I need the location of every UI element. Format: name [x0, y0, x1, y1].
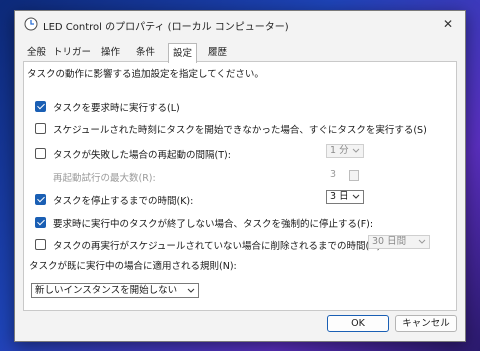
- close-icon[interactable]: ✕: [439, 15, 457, 33]
- cancel-button[interactable]: キャンセル: [395, 315, 457, 332]
- intro-text: タスクの動作に影響する追加設定を指定してください。: [27, 69, 264, 80]
- stop-if-runs-longer-label: タスクを停止するまでの時間(K):: [53, 196, 194, 207]
- tab-history[interactable]: 履歴: [204, 45, 231, 61]
- force-stop-checkbox[interactable]: [35, 217, 46, 228]
- tab-conditions[interactable]: 条件: [132, 45, 159, 61]
- restart-on-fail-label: タスクが失敗した場合の再起動の間隔(T):: [53, 150, 231, 161]
- title-bar: LED Control のプロパティ (ローカル コンピューター) ✕: [15, 11, 465, 37]
- force-stop-label: 要求時に実行中のタスクが終了しない場合、タスクを強制的に停止する(F):: [53, 219, 374, 230]
- tab-actions[interactable]: 操作: [97, 45, 124, 61]
- chevron-down-icon: [187, 284, 195, 296]
- restart-attempts-spinner[interactable]: [349, 170, 359, 181]
- delete-after-select[interactable]: 30 日間: [368, 235, 430, 249]
- run-on-demand-label: タスクを要求時に実行する(L): [53, 103, 180, 114]
- window-title: LED Control のプロパティ (ローカル コンピューター): [43, 22, 289, 33]
- delete-after-value: 30 日間: [372, 236, 407, 247]
- restart-interval-value: 1 分: [330, 145, 349, 156]
- restart-attempts-label: 再起動試行の最大数(R):: [53, 173, 156, 184]
- tab-triggers[interactable]: トリガー: [49, 45, 95, 61]
- chevron-down-icon: [352, 191, 360, 203]
- task-scheduler-icon: [24, 17, 38, 31]
- run-after-missed-checkbox[interactable]: [35, 123, 46, 134]
- delete-if-not-scheduled-label: タスクの再実行がスケジュールされていない場合に削除されるまでの時間(D):: [53, 241, 384, 252]
- restart-on-fail-checkbox[interactable]: [35, 148, 46, 159]
- delete-if-not-scheduled-checkbox[interactable]: [35, 239, 46, 250]
- restart-interval-select[interactable]: 1 分: [326, 144, 364, 158]
- settings-panel: タスクの動作に影響する追加設定を指定してください。 タスクを要求時に実行する(L…: [23, 61, 457, 311]
- restart-attempts-value[interactable]: 3: [330, 169, 336, 180]
- tab-settings[interactable]: 設定: [168, 43, 198, 63]
- chevron-down-icon: [418, 236, 426, 248]
- run-after-missed-label: スケジュールされた時刻にタスクを開始できなかった場合、すぐにタスクを実行する(S…: [53, 125, 427, 136]
- tab-general[interactable]: 全般: [23, 45, 50, 61]
- stop-duration-value: 3 日: [330, 191, 349, 202]
- rule-value: 新しいインスタンスを開始しない: [35, 285, 178, 296]
- stop-if-runs-longer-checkbox[interactable]: [35, 194, 46, 205]
- ok-button[interactable]: OK: [327, 315, 389, 332]
- rule-select[interactable]: 新しいインスタンスを開始しない: [31, 283, 199, 298]
- properties-dialog: LED Control のプロパティ (ローカル コンピューター) ✕ 全般 ト…: [14, 10, 466, 342]
- chevron-down-icon: [352, 145, 360, 157]
- rule-label: タスクが既に実行中の場合に適用される規則(N):: [29, 261, 237, 272]
- run-on-demand-checkbox[interactable]: [35, 101, 46, 112]
- stop-duration-select[interactable]: 3 日: [326, 190, 364, 204]
